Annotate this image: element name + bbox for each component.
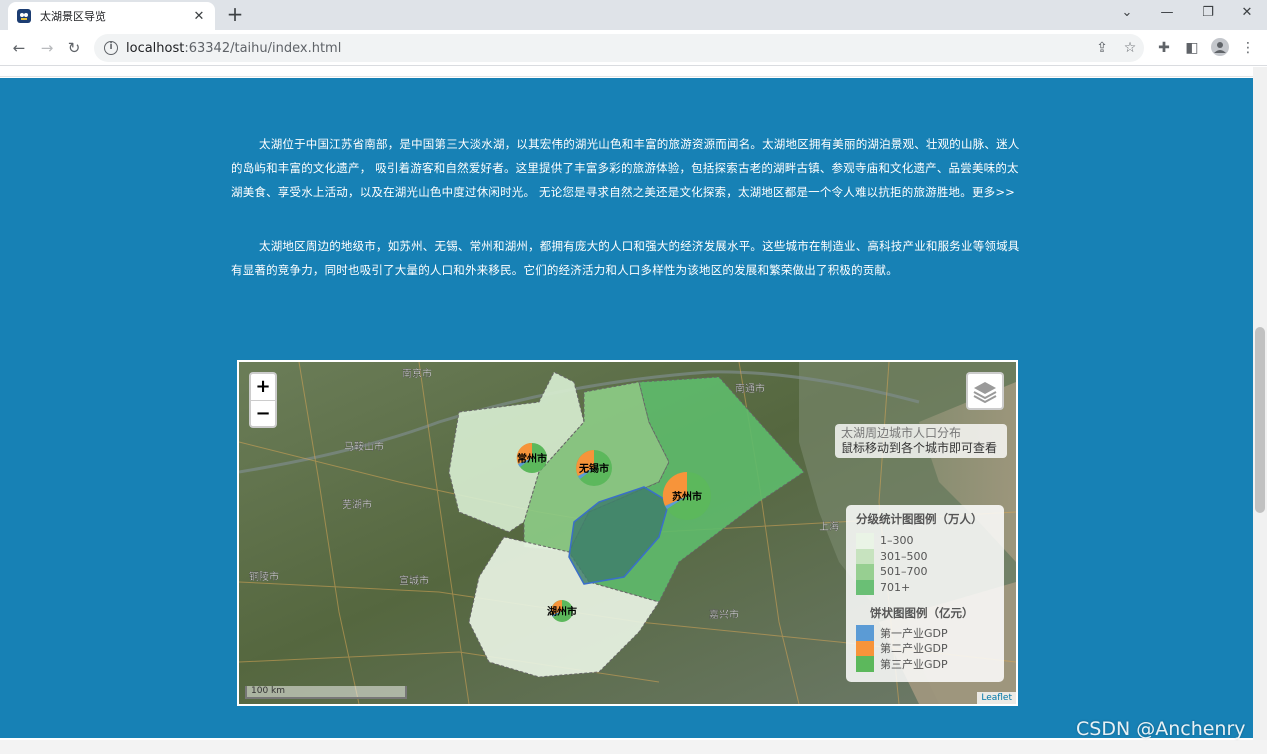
reload-icon[interactable]: ↻: [63, 37, 85, 59]
map-legend: 分级统计图图例（万人） 1–300 301–500 501–700 701+ 饼…: [846, 505, 1004, 682]
label-nanjing: 南京市: [402, 367, 432, 380]
page-scrollbar[interactable]: [1253, 67, 1267, 740]
address-bar[interactable]: i localhost:63342/taihu/index.html: [94, 34, 1144, 62]
pie-legend-title: 饼状图图例（亿元）: [870, 606, 974, 620]
scale-bar: 100 km: [245, 686, 407, 699]
label-tongling: 铜陵市: [249, 570, 279, 583]
legend-label-3: 501–700: [880, 565, 928, 579]
browser-tab[interactable]: 太湖景区导览 ✕: [8, 2, 215, 30]
url-path: :63342/taihu/index.html: [184, 40, 342, 56]
info-panel: 太湖周边城市人口分布 鼠标移动到各个城市即可查看: [835, 424, 1007, 458]
bottom-strip: [0, 740, 1267, 754]
side-panel-icon[interactable]: ◧: [1182, 38, 1202, 58]
site-info-icon[interactable]: i: [104, 41, 118, 55]
info-hint: 鼠标移动到各个城市即可查看: [841, 441, 998, 455]
bookmark-star-icon[interactable]: ☆: [1120, 38, 1140, 58]
legend-label-1: 1–300: [880, 534, 914, 548]
back-icon[interactable]: ←: [8, 37, 30, 59]
legend-row-4: 701+: [856, 579, 994, 595]
choropleth-legend-title: 分级统计图图例（万人）: [856, 512, 983, 526]
label-xuancheng: 宣城市: [399, 574, 429, 587]
legend-swatch-2: [856, 548, 874, 564]
zoom-control: + −: [249, 372, 277, 428]
legend-swatch-1: [856, 533, 874, 549]
pie-legend-row-1: 第一产业GDP: [856, 625, 994, 641]
csdn-watermark: CSDN @Anchenry: [1076, 718, 1246, 740]
taihu-map[interactable]: 常州市 无锡市 苏州市 湖州市 南京市 马鞍山市 芜湖市 铜陵市 宣城市 嘉兴市…: [237, 360, 1018, 706]
intro-paragraph-1: 太湖位于中国江苏省南部，是中国第三大淡水湖，以其宏伟的湖光山色和丰富的旅游资源而…: [231, 137, 1020, 199]
label-changzhou: 常州市: [517, 452, 547, 465]
label-wuxi: 无锡市: [578, 462, 609, 475]
browser-window: 太湖景区导览 ✕ + ⌄ — ❐ ✕ ← → ↻ i localhost:633…: [0, 0, 1267, 754]
profile-avatar-icon[interactable]: [1210, 38, 1230, 58]
leaflet-attribution-link[interactable]: Leaflet: [977, 692, 1016, 704]
minimize-button[interactable]: —: [1152, 3, 1182, 23]
pie-legend-row-3: 第三产业GDP: [856, 656, 994, 672]
pie-swatch-3: [856, 656, 874, 672]
intro-section: 太湖位于中国江苏省南部，是中国第三大淡水湖，以其宏伟的湖光山色和丰富的旅游资源而…: [0, 78, 1253, 738]
share-icon[interactable]: ⇪: [1092, 38, 1112, 58]
forward-icon[interactable]: →: [36, 37, 58, 59]
label-shanghai: 上海: [819, 520, 839, 533]
layers-button[interactable]: [966, 372, 1004, 410]
zoom-in-button[interactable]: +: [251, 374, 275, 400]
label-jiaxing: 嘉兴市: [709, 608, 739, 621]
tab-strip: 太湖景区导览 ✕ + ⌄ — ❐ ✕: [0, 0, 1267, 30]
extensions-icon[interactable]: ✚: [1154, 38, 1174, 58]
legend-row-1: 1–300: [856, 533, 994, 549]
legend-row-3: 501–700: [856, 564, 994, 580]
pie-swatch-2: [856, 640, 874, 656]
close-window-button[interactable]: ✕: [1232, 3, 1262, 23]
tab-search-icon[interactable]: ⌄: [1112, 3, 1142, 23]
pie-suzhou[interactable]: 苏州市: [662, 471, 711, 520]
label-maanshan: 马鞍山市: [344, 440, 384, 453]
browser-toolbar: ← → ↻ i localhost:63342/taihu/index.html…: [0, 30, 1267, 66]
legend-swatch-3: [856, 564, 874, 580]
legend-label-2: 301–500: [880, 549, 928, 563]
pie-label-2: 第二产业GDP: [880, 642, 948, 656]
label-huzhou: 湖州市: [547, 605, 577, 618]
label-wuhu: 芜湖市: [342, 498, 372, 511]
legend-row-2: 301–500: [856, 548, 994, 564]
pie-label-3: 第三产业GDP: [880, 657, 948, 671]
scrollbar-thumb[interactable]: [1255, 327, 1265, 513]
url-host: localhost: [126, 40, 185, 56]
page-favicon-icon: [17, 9, 31, 23]
new-tab-button[interactable]: +: [224, 3, 246, 25]
legend-label-4: 701+: [880, 580, 911, 594]
layers-icon: [973, 382, 997, 404]
tab-title: 太湖景区导览: [40, 10, 106, 23]
label-nantong: 南通市: [735, 382, 765, 395]
intro-paragraph-2: 太湖地区周边的地级市，如苏州、无锡、常州和湖州，都拥有庞大的人口和强大的经济发展…: [231, 239, 1020, 277]
pie-wuxi[interactable]: 无锡市: [576, 450, 612, 486]
info-title: 太湖周边城市人口分布: [841, 426, 962, 440]
web-page: 太湖位于中国江苏省南部，是中国第三大淡水湖，以其宏伟的湖光山色和丰富的旅游资源而…: [0, 67, 1253, 740]
legend-swatch-4: [856, 579, 874, 595]
zoom-out-button[interactable]: −: [251, 400, 275, 426]
pie-swatch-1: [856, 625, 874, 641]
restore-button[interactable]: ❐: [1193, 3, 1223, 23]
pie-legend-row-2: 第二产业GDP: [856, 640, 994, 656]
close-tab-icon[interactable]: ✕: [191, 9, 207, 24]
pie-label-1: 第一产业GDP: [880, 626, 948, 640]
menu-kebab-icon[interactable]: ⋮: [1238, 38, 1258, 58]
top-band: [0, 67, 1253, 77]
label-suzhou: 苏州市: [672, 490, 702, 503]
